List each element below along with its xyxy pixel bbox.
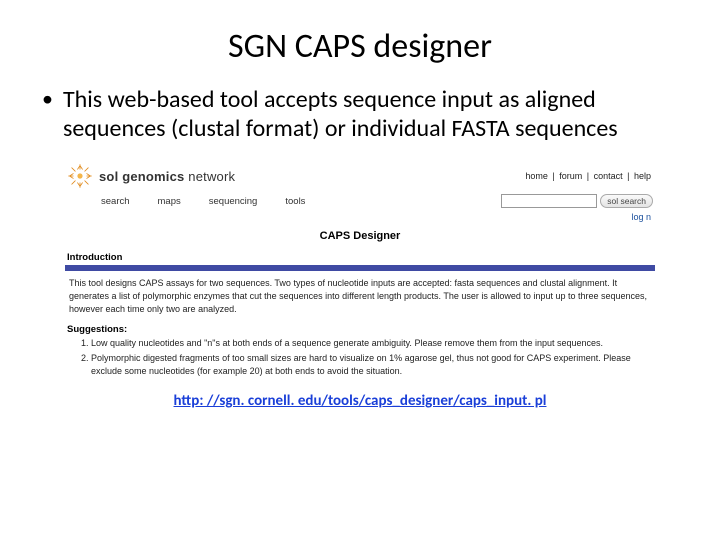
- tab-maps[interactable]: maps: [158, 196, 181, 207]
- top-links: home | forum | contact | help: [523, 171, 653, 181]
- nav-row: search maps sequencing tools sol search: [61, 192, 659, 210]
- embedded-screenshot: sol genomics network home | forum | cont…: [60, 159, 660, 389]
- list-item: Low quality nucleotides and "n"s at both…: [91, 337, 651, 350]
- search-input[interactable]: [501, 194, 597, 208]
- list-item: Polymorphic digested fragments of too sm…: [91, 352, 651, 378]
- tab-sequencing[interactable]: sequencing: [209, 196, 258, 207]
- sun-logo-icon: [67, 163, 93, 189]
- page-heading: CAPS Designer: [61, 226, 659, 250]
- suggestions-label: Suggestions:: [61, 322, 659, 337]
- slide-title: SGN CAPS designer: [30, 26, 690, 67]
- link-contact[interactable]: contact: [592, 171, 625, 181]
- site-topbar: sol genomics network home | forum | cont…: [61, 160, 659, 192]
- login-link[interactable]: log n: [61, 210, 659, 226]
- link-home[interactable]: home: [523, 171, 550, 181]
- search-button[interactable]: sol search: [600, 194, 653, 208]
- bullet-text: This web-based tool accepts sequence inp…: [63, 85, 682, 143]
- bullet-marker: •: [42, 85, 53, 113]
- intro-body: This tool designs CAPS assays for two se…: [61, 277, 659, 322]
- search-box: sol search: [501, 194, 653, 208]
- intro-label: Introduction: [61, 250, 659, 265]
- link-help[interactable]: help: [632, 171, 653, 181]
- nav-tabs: search maps sequencing tools: [101, 196, 305, 207]
- link-forum[interactable]: forum: [557, 171, 584, 181]
- site-name: sol genomics network: [99, 169, 235, 184]
- site-brand: sol genomics network: [67, 163, 235, 189]
- section-divider: [65, 265, 655, 271]
- url-line: http: //sgn. cornell. edu/tools/caps_des…: [30, 391, 690, 410]
- tab-search[interactable]: search: [101, 196, 130, 207]
- bullet-item: • This web-based tool accepts sequence i…: [30, 85, 690, 143]
- slide: SGN CAPS designer • This web-based tool …: [0, 0, 720, 540]
- suggestions-list: Low quality nucleotides and "n"s at both…: [61, 337, 659, 388]
- tool-url-link[interactable]: http: //sgn. cornell. edu/tools/caps_des…: [174, 392, 547, 410]
- tab-tools[interactable]: tools: [285, 196, 305, 207]
